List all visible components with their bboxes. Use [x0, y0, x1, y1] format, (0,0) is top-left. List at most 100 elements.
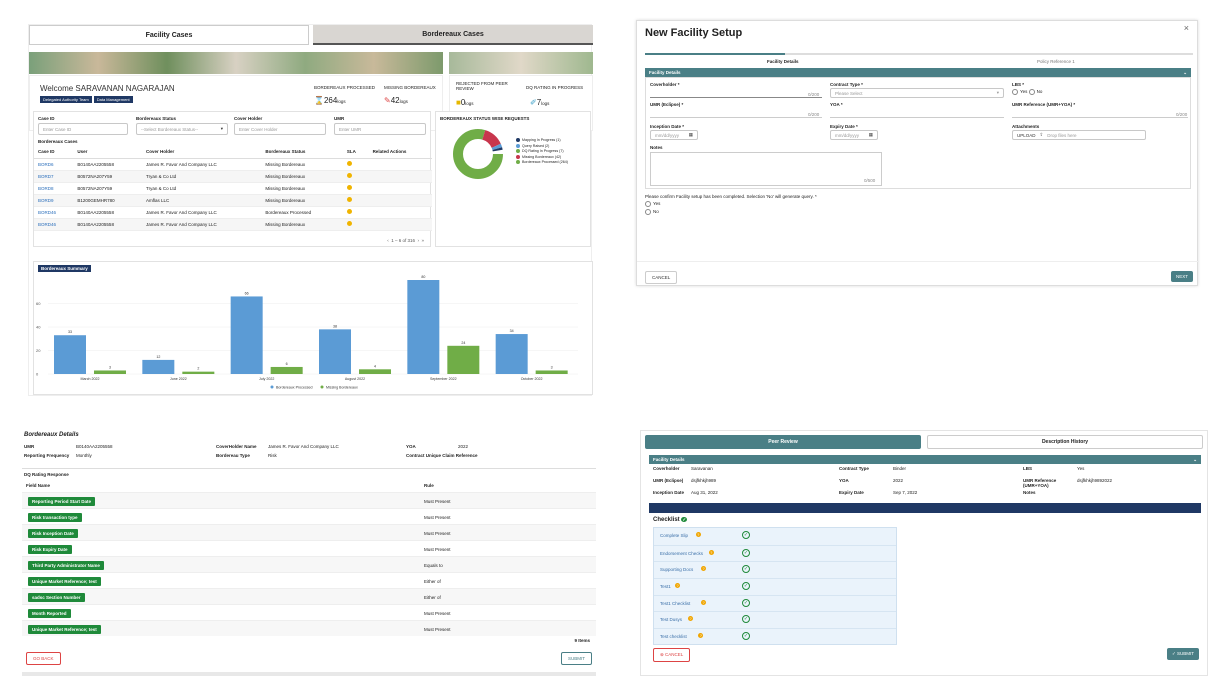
checklist-item[interactable]: Test Dusys? ✓	[654, 611, 896, 628]
confirm-yes-radio[interactable]	[645, 201, 651, 207]
table-row[interactable]: BORD7 B0572NA207Y59 Tryan & Co Ltd Missing …	[34, 170, 432, 182]
legend-item[interactable]: Mapping In Progress (1)	[516, 138, 568, 143]
check-circle-icon[interactable]: ✓	[742, 598, 750, 607]
calendar-icon[interactable]: ▦	[689, 132, 693, 138]
notes-textarea[interactable]	[650, 152, 882, 186]
scroll-track[interactable]	[22, 672, 596, 676]
table-row[interactable]: BORD9 B1200GEMHR780 Amflas LLC Missing Bord…	[34, 194, 432, 206]
go-back-button[interactable]: GO BACK	[26, 652, 61, 665]
col-header[interactable]: Cover Holder	[142, 146, 261, 158]
check-circle-icon[interactable]: ✓	[742, 548, 750, 557]
checklist-item[interactable]: Test1 Checklist? ✓	[654, 594, 896, 612]
lbs-no-radio[interactable]	[1028, 89, 1035, 95]
check-circle-icon[interactable]: ✓	[742, 565, 750, 574]
role-badges: Delegated Authority Team Data Management	[40, 96, 133, 103]
cover-holder-input[interactable]: Enter Cover Holder	[234, 123, 326, 135]
legend-swatch	[516, 160, 520, 165]
data-label: 34	[510, 329, 514, 333]
tab-facility-cases[interactable]: Facility Cases	[29, 25, 309, 45]
related-actions-cell[interactable]	[369, 206, 432, 218]
check-circle-icon[interactable]: ✓	[742, 615, 750, 624]
col-header[interactable]: SLA	[343, 146, 369, 158]
contract-type-select[interactable]: Please Select ▾	[830, 88, 1004, 98]
tab-peer-review[interactable]: Peer Review	[645, 435, 921, 449]
checklist-item[interactable]: Supporting Docs? ✓	[654, 561, 896, 578]
legend-item[interactable]: DQ Rating In Progress (7)	[516, 149, 568, 154]
inception-date-input[interactable]: mm/dd/yyyy ▦	[650, 130, 698, 140]
section-header[interactable]: Facility Details ⌄	[645, 68, 1191, 77]
detail-value: Binder	[893, 466, 907, 471]
related-actions-cell[interactable]	[369, 158, 432, 170]
case-id-link[interactable]: BORD6	[34, 158, 73, 170]
col-rule: Rule	[424, 483, 434, 488]
table-cell: Tryan & Co Ltd	[146, 173, 177, 179]
yoa-input[interactable]	[830, 108, 1004, 118]
related-actions-cell[interactable]	[369, 194, 432, 206]
table-row[interactable]: BORD6 B0140AA2205558 James R. Favor And Co…	[34, 158, 432, 170]
legend-item[interactable]: Missing Bordereaux (42)	[516, 155, 568, 159]
umr-input[interactable]: Enter UMR	[334, 123, 426, 135]
lbs-yes-radio[interactable]	[1012, 89, 1018, 95]
calendar-icon[interactable]: ▦	[869, 132, 873, 138]
checklist-item[interactable]: Endorsement Checks? ✓	[654, 544, 896, 562]
cancel-button[interactable]: CANCEL	[645, 271, 678, 284]
check-circle-icon[interactable]: ✓	[742, 531, 750, 539]
next-button[interactable]: NEXT	[1171, 271, 1194, 282]
case-id-link[interactable]: BORD8	[34, 182, 73, 194]
checklist-item[interactable]: Test checklist? ✓	[654, 628, 896, 645]
related-actions-cell[interactable]	[369, 170, 432, 182]
attachments-dropzone[interactable]: UPLOAD ⇪ Drop files here	[1012, 130, 1146, 140]
case-id-input[interactable]: Enter Case ID	[38, 123, 128, 135]
col-header[interactable]: Related Actions	[369, 146, 432, 158]
checklist-item[interactable]: Test1? ✓	[654, 578, 896, 595]
col-header[interactable]: Case ID	[34, 146, 73, 158]
coverholder-input[interactable]	[650, 88, 822, 98]
confirm-no-radio[interactable]	[645, 209, 651, 215]
detail-value: Saravanan	[691, 466, 713, 471]
submit-button[interactable]: ✓ SUBMIT	[1166, 648, 1199, 660]
upload-button[interactable]: UPLOAD	[1017, 133, 1036, 138]
case-id-link[interactable]: BORD9	[34, 194, 73, 206]
details-title: Bordereaux Details	[24, 432, 79, 438]
sla-dot-icon	[343, 158, 369, 170]
table-row[interactable]: BORD46 B0140AA2205558 James R. Favor And C…	[34, 218, 432, 230]
legend-item[interactable]: Bordereaux Processed (264)	[516, 160, 568, 165]
section-header[interactable]: Facility Details ⌄	[649, 455, 1201, 464]
confirm-yes[interactable]: Yes	[645, 201, 660, 207]
expiry-date-input[interactable]: mm/dd/yyyy ▦	[830, 130, 878, 140]
y-tick-label: 60	[36, 301, 41, 306]
case-id-link[interactable]: BORD7	[34, 170, 73, 182]
case-id-link[interactable]: BORD46	[34, 206, 73, 218]
umr-input[interactable]	[650, 108, 822, 118]
submit-button[interactable]: SUBMIT	[560, 652, 592, 665]
col-header[interactable]: User	[73, 146, 142, 158]
tab-bordereaux-cases[interactable]: Bordereaux Cases	[313, 25, 593, 45]
checklist-item[interactable]: Complete Slip? ✓	[654, 528, 896, 545]
step-policy-reference[interactable]: Policy Reference 1	[1037, 59, 1075, 64]
check-circle-icon[interactable]: ✓	[742, 632, 750, 641]
legend-item[interactable]: Query Raised (2)	[516, 144, 568, 148]
confirm-no[interactable]: No	[645, 209, 659, 215]
rule-text: Must Present	[424, 499, 451, 504]
check-circle-icon[interactable]: ✓	[742, 582, 750, 591]
checklist-label: Test1	[660, 584, 671, 590]
table-row[interactable]: BORD8 B0572NA207Y59 Tryan & Co Ltd Missing …	[34, 182, 432, 194]
status-select[interactable]: --Select Bordereaux Status-- ▾	[136, 123, 228, 135]
tab-description-history[interactable]: Description History	[927, 435, 1203, 449]
data-label: 2	[197, 367, 199, 371]
step-facility-details[interactable]: Facility Details	[767, 59, 799, 64]
close-icon[interactable]: ×	[1184, 23, 1189, 33]
case-id-link[interactable]: BORD46	[34, 218, 73, 230]
col-header[interactable]: Bordereaux Status	[261, 146, 342, 158]
related-actions-cell[interactable]	[369, 218, 432, 230]
chevron-down-icon: ⌄	[1193, 457, 1197, 462]
related-actions-cell[interactable]	[369, 182, 432, 194]
table-cell: B0572NA207Y59	[77, 185, 113, 191]
info-icon: ?	[695, 532, 701, 537]
table-cell: B0140AA2205558	[77, 221, 114, 227]
umr-ref-input[interactable]	[1012, 108, 1188, 118]
sla-dot-icon	[343, 194, 369, 206]
pagination[interactable]: ‹ 1 – 6 of 316 › »	[387, 238, 424, 243]
cancel-button[interactable]: ⊗ CANCEL	[653, 648, 691, 662]
table-row[interactable]: BORD46 B0140AA2205558 James R. Favor And C…	[34, 206, 432, 218]
